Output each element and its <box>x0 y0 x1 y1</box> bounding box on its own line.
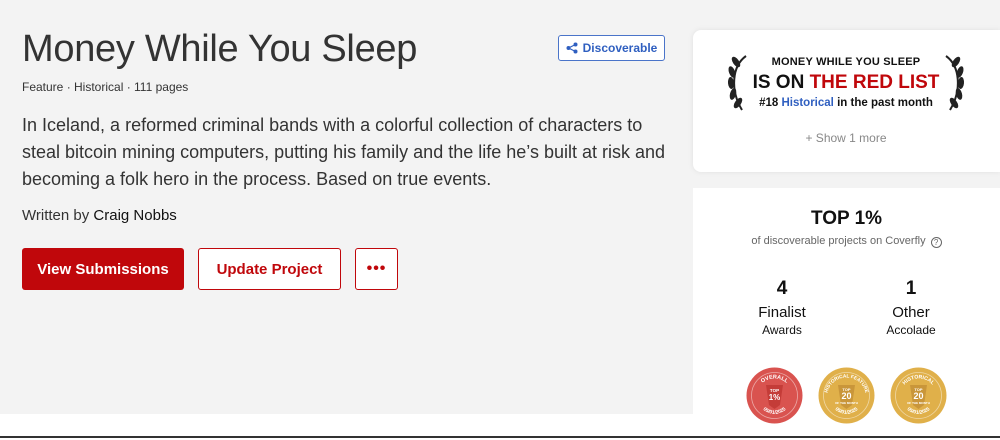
red-list-headline: IS ON THE RED LIST <box>750 72 942 94</box>
project-title: Money While You Sleep <box>22 28 418 70</box>
red-list-prefix: IS ON <box>752 72 805 93</box>
badge-2-mid3: OF THE MONTH <box>835 401 858 405</box>
writer-name[interactable]: Craig Nobbs <box>93 207 176 224</box>
overall-top-badge[interactable]: OVERALL TOP 1% 05/01/2025 <box>746 367 803 424</box>
other-label: Other <box>892 304 930 321</box>
rank-genre-link[interactable]: Historical <box>781 97 833 109</box>
project-meta: Feature · Historical · 111 pages <box>22 80 189 94</box>
other-stat: 1 Other Accolade <box>851 278 971 337</box>
red-list-rank: #18 Historical in the past month <box>750 97 942 109</box>
view-submissions-button[interactable]: View Submissions <box>22 248 184 290</box>
show-more-link[interactable]: + Show 1 more <box>750 131 942 145</box>
finalist-sub: Awards <box>762 323 802 337</box>
red-list-project-name: MONEY WHILE YOU SLEEP <box>771 56 921 68</box>
top-desc-text: of discoverable projects on Coverfly <box>751 235 926 247</box>
rank-period: in the past month <box>837 97 933 109</box>
discoverable-badge[interactable]: Discoverable <box>558 35 665 61</box>
laurel-left-icon <box>727 55 747 111</box>
finalist-stat: 4 Finalist Awards <box>722 278 842 337</box>
laurel-right-icon <box>945 55 965 111</box>
badge-seal-icon: OVERALL TOP 1% 05/01/2025 <box>746 367 803 424</box>
badge-seal-icon: HISTORICAL TOP 20 OF THE MONTH 05/01/202… <box>890 367 947 424</box>
badge-seal-icon: HISTORICAL FEATURE TOP 20 OF THE MONTH 0… <box>818 367 875 424</box>
finalist-label: Finalist <box>758 304 806 321</box>
help-icon[interactable]: ? <box>930 237 942 248</box>
share-icon <box>566 42 578 54</box>
red-list-name: THE RED LIST <box>809 72 940 93</box>
written-by-label: Written by <box>22 207 90 224</box>
top-percent-description: of discoverable projects on Coverfly ? <box>693 235 1000 248</box>
badge-1-mid2: 1% <box>769 393 781 402</box>
more-options-button[interactable]: ••• <box>355 248 398 290</box>
writer-credit: Written by Craig Nobbs <box>22 207 177 224</box>
badge-2-mid2: 20 <box>841 391 851 401</box>
badge-3-mid3: OF THE MONTH <box>907 401 930 405</box>
rank-number: #18 <box>759 97 779 109</box>
discoverable-label: Discoverable <box>582 41 658 55</box>
other-count: 1 <box>905 278 917 299</box>
project-logline: In Iceland, a reformed criminal bands wi… <box>22 115 665 189</box>
historical-badge[interactable]: HISTORICAL TOP 20 OF THE MONTH 05/01/202… <box>890 367 947 424</box>
update-project-button[interactable]: Update Project <box>198 248 341 290</box>
badge-3-mid2: 20 <box>913 391 923 401</box>
historical-feature-badge[interactable]: HISTORICAL FEATURE TOP 20 OF THE MONTH 0… <box>818 367 875 424</box>
top-percent: TOP 1% <box>810 208 883 229</box>
finalist-count: 4 <box>776 278 788 299</box>
bottom-divider <box>0 436 1000 438</box>
other-sub: Accolade <box>886 323 936 337</box>
